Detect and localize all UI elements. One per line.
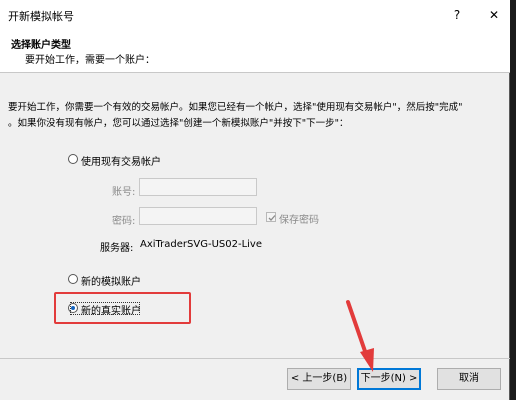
new-account-dialog: 开新模拟帐号 ? ✕ 选择账户类型 要开始工作，需要一个账户： 要开始工作，你需… [0,0,510,400]
red-arrow-icon [346,300,374,372]
